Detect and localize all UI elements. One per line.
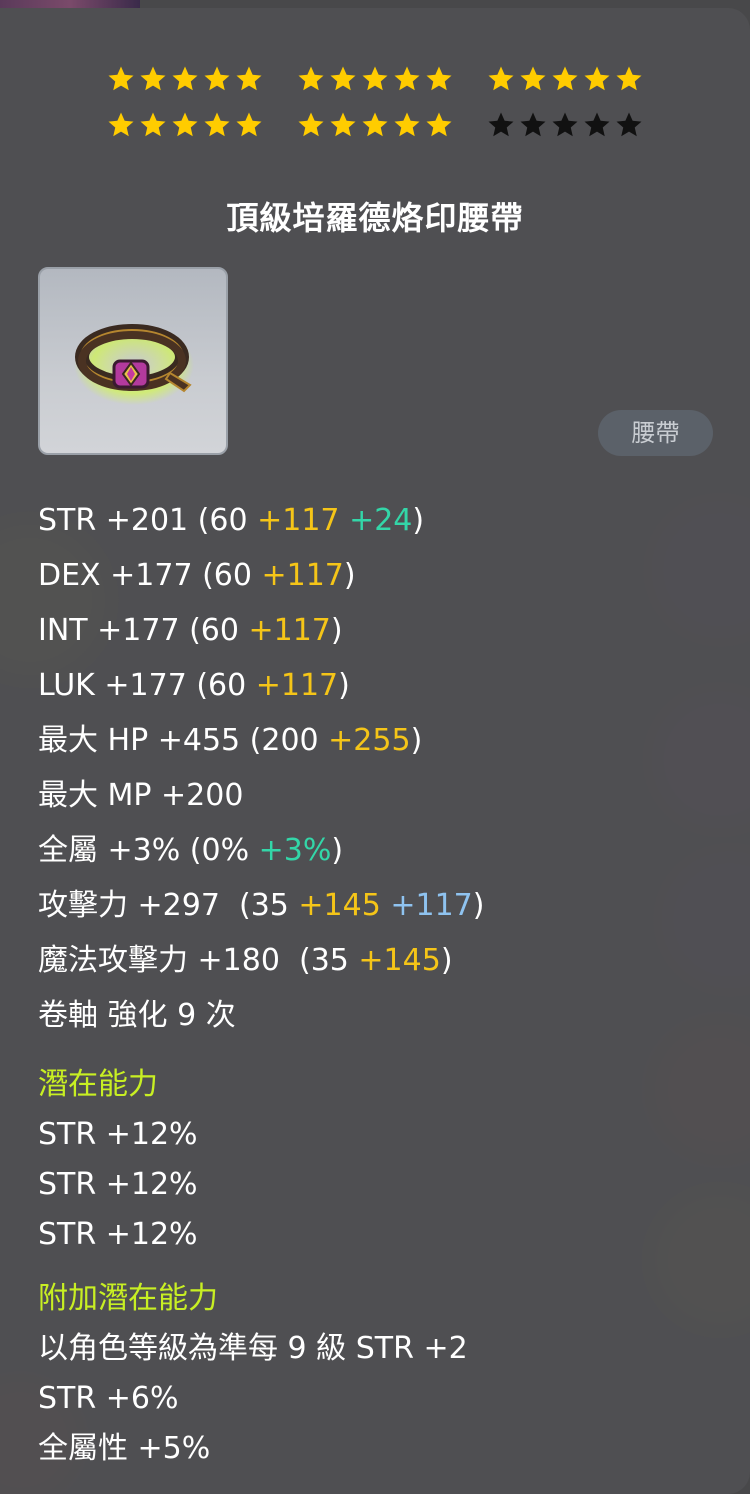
- filled-star-icon: [172, 112, 198, 137]
- star-group: [485, 64, 645, 110]
- stat-base-text: INT +177 (60: [38, 613, 249, 648]
- filled-star-icon: [552, 66, 578, 91]
- filled-star-icon: [362, 112, 388, 137]
- empty-star-icon: [616, 112, 642, 137]
- star-force-display: [0, 64, 750, 156]
- item-icon-frame[interactable]: [38, 267, 228, 455]
- stat-base-text: STR +201 (60: [38, 503, 258, 538]
- potential-title: 潛在能力: [38, 1067, 158, 1102]
- potential-line: STR +12%: [38, 1117, 198, 1152]
- star-group: [295, 110, 455, 156]
- stat-line: 最大 HP +455 (200 +255): [38, 718, 728, 773]
- filled-star-icon: [236, 112, 262, 137]
- empty-star-icon: [520, 112, 546, 137]
- stat-bonus-gold: +145: [298, 888, 381, 923]
- filled-star-icon: [426, 112, 452, 137]
- filled-star-icon: [298, 112, 324, 137]
- item-tooltip: 頂級培羅德烙印腰帶 腰帶 STR +201 (60 +117 +24) DEX +…: [0, 8, 750, 1494]
- filled-star-icon: [108, 66, 134, 91]
- stat-close-paren: ): [412, 503, 425, 538]
- star-group: [295, 64, 455, 110]
- stat-bonus-gold: +255: [328, 723, 411, 758]
- empty-star-icon: [584, 112, 610, 137]
- potential-line: STR +12%: [38, 1167, 198, 1202]
- stat-base-text: 卷軸 強化 9 次: [38, 998, 236, 1033]
- stat-close-paren: ): [440, 943, 453, 978]
- item-name: 頂級培羅德烙印腰帶: [226, 199, 524, 237]
- stat-base-text: LUK +177 (60: [38, 668, 256, 703]
- filled-star-icon: [616, 66, 642, 91]
- stat-base-text: DEX +177 (60: [38, 558, 262, 593]
- stat-bonus-white: [381, 888, 391, 923]
- stat-line: DEX +177 (60 +117): [38, 553, 728, 608]
- stat-base-text: 最大 HP +455 (200: [38, 723, 329, 758]
- stat-base-text: 全屬 +3% (0%: [38, 833, 259, 868]
- stat-line: 魔法攻擊力 +180 (35 +145): [38, 938, 728, 993]
- filled-star-icon: [330, 112, 356, 137]
- potential-line: STR +6%: [38, 1381, 179, 1416]
- stat-bonus-gold: +145: [358, 943, 441, 978]
- filled-star-icon: [330, 66, 356, 91]
- stat-line: 攻擊力 +297 (35 +145 +117): [38, 883, 728, 938]
- stat-close-paren: ): [472, 888, 485, 923]
- potential-line: 全屬性 +5%: [38, 1431, 211, 1466]
- filled-star-icon: [520, 66, 546, 91]
- stat-line: 最大 MP +200: [38, 773, 728, 828]
- stat-base-text: 魔法攻擊力 +180 (35: [38, 943, 359, 978]
- stat-bonus-gold: +117: [261, 558, 344, 593]
- potential-line: STR +12%: [38, 1217, 198, 1252]
- filled-star-icon: [584, 66, 610, 91]
- belt-icon: [74, 324, 194, 405]
- stat-bonus-teal: +3%: [258, 833, 332, 868]
- stat-line: 全屬 +3% (0% +3%): [38, 828, 728, 883]
- category-badge: 腰帶: [598, 410, 713, 456]
- star-group: [105, 110, 265, 156]
- empty-star-icon: [488, 112, 514, 137]
- star-group: [105, 64, 265, 110]
- stat-bonus-gold: +117: [257, 503, 340, 538]
- filled-star-icon: [140, 66, 166, 91]
- character-avatar-edge: [0, 0, 140, 8]
- stat-bonus-white: [340, 503, 350, 538]
- stat-bonus-gold: +117: [255, 668, 339, 703]
- filled-star-icon: [204, 112, 230, 137]
- stat-close-paren: ): [410, 723, 423, 758]
- stat-base-text: 最大 MP +200: [38, 778, 244, 813]
- filled-star-icon: [172, 66, 198, 91]
- potential-line: 以角色等級為準每 9 級 STR +2: [38, 1331, 468, 1366]
- stat-list: STR +201 (60 +117 +24) DEX +177 (60 +117)…: [38, 498, 728, 1476]
- stat-close-paren: ): [331, 833, 344, 868]
- stat-line: STR +201 (60 +117 +24): [38, 498, 728, 553]
- filled-star-icon: [140, 112, 166, 137]
- filled-star-icon: [426, 66, 452, 91]
- additional-potential-title: 附加潛在能力: [38, 1281, 218, 1316]
- star-group: [485, 110, 645, 156]
- star-row: [0, 64, 750, 110]
- filled-star-icon: [236, 66, 262, 91]
- filled-star-icon: [298, 66, 324, 91]
- stat-bonus-teal: +24: [349, 503, 413, 538]
- stat-bonus-blue: +117: [390, 888, 473, 923]
- star-row: [0, 110, 750, 156]
- stat-close-paren: ): [330, 613, 343, 648]
- filled-star-icon: [394, 112, 420, 137]
- stat-line: LUK +177 (60 +117): [38, 663, 728, 718]
- filled-star-icon: [488, 66, 514, 91]
- filled-star-icon: [204, 66, 230, 91]
- stat-close-paren: ): [343, 558, 356, 593]
- stat-line: INT +177 (60 +117): [38, 608, 728, 663]
- stat-close-paren: ): [338, 668, 350, 703]
- stat-base-text: 攻擊力 +297 (35: [38, 888, 299, 923]
- filled-star-icon: [362, 66, 388, 91]
- filled-star-icon: [394, 66, 420, 91]
- stat-line: 卷軸 強化 9 次: [38, 993, 728, 1048]
- empty-star-icon: [552, 112, 578, 137]
- stat-bonus-gold: +117: [248, 613, 331, 648]
- filled-star-icon: [108, 112, 134, 137]
